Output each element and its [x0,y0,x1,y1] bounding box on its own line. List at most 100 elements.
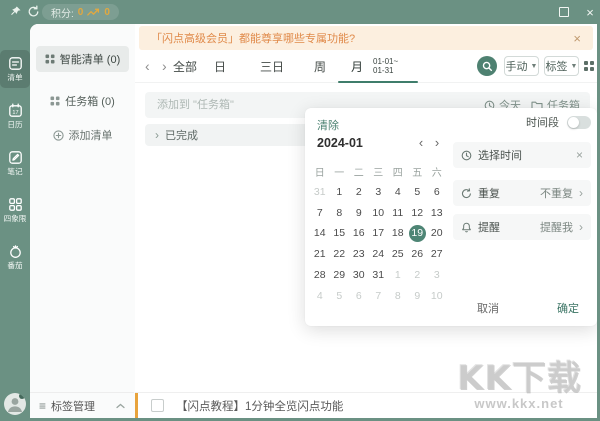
points-pill: 积分: 0 0 [42,4,119,20]
prev-arrow[interactable]: ‹ [145,50,150,82]
calendar-day[interactable]: 3 [428,267,445,284]
clear-time-icon[interactable]: × [576,148,583,162]
clear-button[interactable]: 清除 [317,117,339,133]
calendar-day[interactable]: 24 [370,246,387,263]
calendar-day[interactable]: 1 [389,267,406,284]
calendar-day[interactable]: 7 [311,205,328,222]
sidebar-item-smart-list[interactable]: 智能清单 (0) [36,46,129,72]
calendar-day[interactable]: 10 [370,205,387,222]
calendar-day[interactable]: 2 [350,184,367,201]
sidebar-item-task-box[interactable]: 任务箱 (0) [36,88,129,114]
rail-item-calendar[interactable]: 17 日历 [0,97,30,135]
calendar-day[interactable]: 21 [311,246,328,263]
points-label: 积分: [51,5,74,20]
calendar-day[interactable]: 30 [350,267,367,284]
banner-close-icon[interactable]: × [573,31,581,46]
prev-month-arrow[interactable]: ‹ [413,135,429,150]
rail-item-notes[interactable]: 笔记 [0,144,30,182]
avatar[interactable] [4,393,26,415]
hamburger-icon: ≡ [39,399,46,413]
calendar-day[interactable]: 18 [389,225,406,242]
calendar-day[interactable]: 28 [311,267,328,284]
remind-row[interactable]: 提醒 提醒我 › [453,214,591,240]
calendar-day[interactable]: 3 [370,184,387,201]
calendar-day[interactable]: 12 [409,205,426,222]
manual-sort-button[interactable]: 手动▼ [504,56,539,76]
calendar-day[interactable]: 4 [389,184,406,201]
calendar-day[interactable]: 10 [428,288,445,305]
next-month-arrow[interactable]: › [429,135,445,150]
calendar-day[interactable]: 19 [409,225,426,242]
calendar-day[interactable]: 2 [409,267,426,284]
task-priority-accent [135,393,138,418]
tab-month[interactable]: 月 [351,50,363,82]
close-button[interactable]: × [582,4,598,20]
tab-day[interactable]: 日 [214,50,226,82]
clock-icon [461,150,472,161]
tab-all[interactable]: 全部 [173,50,197,82]
completed-section[interactable]: › 已完成 0 [145,124,322,146]
calendar-day[interactable]: 6 [350,288,367,305]
rail-item-quadrants[interactable]: 四象限 [0,191,30,229]
completed-label: 已完成 [165,127,198,143]
promo-banner[interactable]: 「闪点高级会员」都能尊享哪些专属功能? × [139,26,593,50]
calendar-day[interactable]: 14 [311,225,328,242]
timespan-toggle[interactable] [567,116,591,129]
calendar-day[interactable]: 27 [428,246,445,263]
tag-manage-button[interactable]: ≡ 标签管理 [30,392,134,418]
rail-item-lists[interactable]: 清单 [0,50,30,88]
calendar-day[interactable]: 25 [389,246,406,263]
calendar-day[interactable]: 20 [428,225,445,242]
sidebar-item-add-list[interactable]: 添加清单 [36,122,129,148]
tab-week[interactable]: 周 [314,50,326,82]
sync-icon[interactable] [27,5,41,19]
next-arrow[interactable]: › [162,50,167,82]
calendar-day[interactable]: 15 [331,225,348,242]
calendar-day[interactable]: 7 [370,288,387,305]
popup-footer: 取消 确定 [453,300,591,316]
tab-three-day[interactable]: 三日 [260,50,284,82]
search-button[interactable] [477,56,497,76]
calendar-day[interactable]: 13 [428,205,445,222]
calendar-day[interactable]: 6 [428,184,445,201]
layout-grid-icon[interactable] [584,61,594,71]
month-label: 2024-01 [317,136,413,150]
maximize-button[interactable] [556,4,572,20]
trend-icon [87,8,100,17]
calendar-day[interactable]: 1 [331,184,348,201]
calendar-day[interactable]: 4 [311,288,328,305]
sidebar: 智能清单 (0) 任务箱 (0) 添加清单 ≡ 标签管理 [30,24,136,418]
task-checkbox[interactable] [151,399,164,412]
calendar-day[interactable]: 11 [389,205,406,222]
calendar-day[interactable]: 22 [331,246,348,263]
calendar-day[interactable]: 17 [370,225,387,242]
date-range[interactable]: 01-01~ 01-31 [373,57,398,75]
trend-value: 0 [104,7,110,18]
quadrant-icon [8,197,23,212]
pin-icon[interactable] [9,5,23,19]
calendar-day[interactable]: 9 [409,288,426,305]
calendar-day[interactable]: 8 [389,288,406,305]
rail-item-pomodoro[interactable]: 番茄 [0,238,30,276]
calendar-day[interactable]: 26 [409,246,426,263]
calendar-day[interactable]: 5 [331,288,348,305]
chevron-up-icon[interactable] [116,403,125,409]
smart-list-icon [45,54,55,64]
calendar-day[interactable]: 9 [350,205,367,222]
cancel-button[interactable]: 取消 [477,300,499,316]
select-time-label: 选择时间 [478,147,522,163]
calendar-day[interactable]: 29 [331,267,348,284]
calendar-day[interactable]: 8 [331,205,348,222]
calendar-day[interactable]: 23 [350,246,367,263]
repeat-row[interactable]: 重复 不重复 › [453,180,591,206]
select-time-row[interactable]: 选择时间 × [453,142,591,168]
calendar-day[interactable]: 31 [370,267,387,284]
month-header: 2024-01 ‹ › [317,135,445,150]
task-row[interactable]: 【闪点教程】1分钟全览闪点功能 [135,392,597,418]
calendar-day[interactable]: 5 [409,184,426,201]
calendar-day[interactable]: 16 [350,225,367,242]
calendar-day[interactable]: 31 [311,184,328,201]
confirm-button[interactable]: 确定 [557,300,579,316]
tag-filter-button[interactable]: 标签▼ [544,56,579,76]
sidebar-item-label: 智能清单 (0) [60,51,121,67]
